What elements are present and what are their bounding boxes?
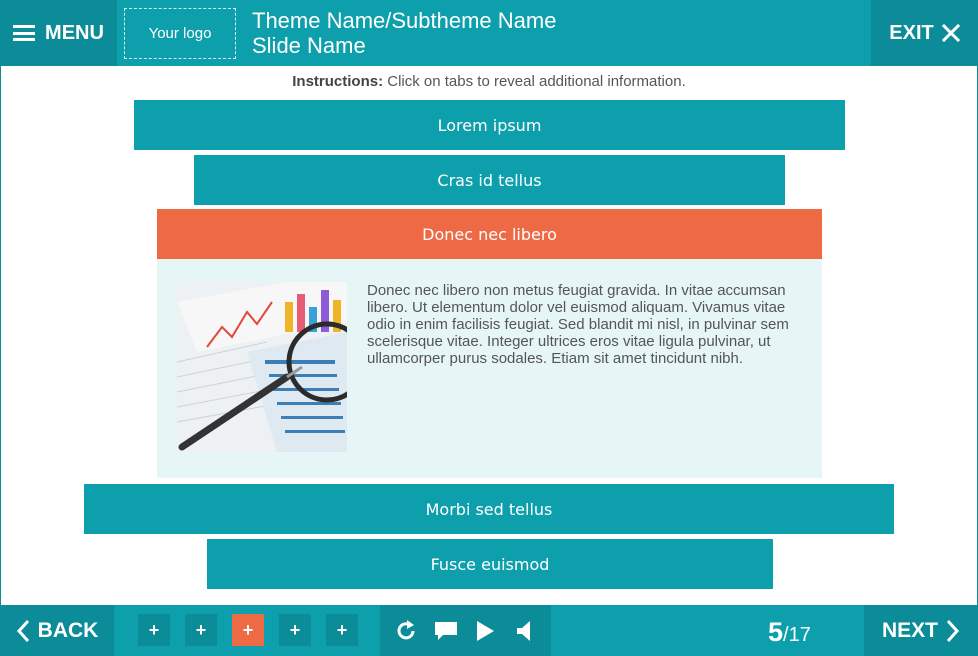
back-button[interactable]: BACK [0, 605, 114, 656]
chevron-left-icon [16, 619, 29, 642]
theme-title: Theme Name/Subtheme Name [252, 8, 557, 33]
tab-content-panel: Donec nec libero non metus feugiat gravi… [157, 259, 822, 478]
total-pages: /17 [783, 624, 811, 646]
volume-icon[interactable] [511, 617, 539, 645]
replay-icon[interactable] [392, 617, 420, 645]
pager-dot-1[interactable]: + [138, 614, 170, 646]
exit-label: EXIT [889, 21, 934, 44]
next-label: NEXT [881, 618, 938, 642]
tab-morbi-sed-tellus[interactable]: Morbi sed tellus [84, 484, 894, 534]
close-icon [941, 24, 960, 42]
tab-label: Morbi sed tellus [425, 499, 553, 519]
pager-dot-4[interactable]: + [279, 614, 311, 646]
tab-content-text: Donec nec libero non metus feugiat gravi… [367, 282, 789, 367]
logo-text: Your logo [148, 25, 212, 42]
logo-placeholder: Your logo [124, 8, 236, 59]
header-bar: MENU Your logo Theme Name/Subtheme Name … [0, 0, 978, 66]
menu-label: MENU [45, 21, 104, 44]
instructions: Instructions: Click on tabs to reveal ad… [0, 73, 978, 90]
tab-fusce-euismod[interactable]: Fusce euismod [207, 539, 773, 589]
pager-dot-3[interactable]: + [232, 614, 264, 646]
pager-dot-5[interactable]: + [326, 614, 358, 646]
back-label: BACK [37, 618, 99, 642]
tab-label: Cras id tellus [437, 170, 542, 190]
exit-button[interactable]: EXIT [871, 0, 978, 66]
slide-name: Slide Name [252, 33, 366, 58]
financial-chart-image [177, 282, 347, 452]
tab-cras-id-tellus[interactable]: Cras id tellus [194, 155, 785, 205]
tab-label: Donec nec libero [422, 224, 557, 244]
chevron-right-icon [946, 619, 960, 642]
footer-bar: BACK + + + + + 5/17 NEXT [0, 605, 978, 656]
hamburger-icon [13, 25, 36, 41]
comment-icon[interactable] [432, 617, 460, 645]
tab-label: Lorem ipsum [437, 115, 542, 135]
page-counter: 5/17 [768, 617, 811, 648]
media-controls [380, 605, 551, 656]
tab-donec-nec-libero[interactable]: Donec nec libero [157, 209, 822, 259]
play-icon[interactable] [471, 617, 499, 645]
instructions-prefix: Instructions: [292, 73, 384, 90]
instructions-text: Click on tabs to reveal additional infor… [387, 73, 686, 90]
current-page: 5 [768, 617, 784, 647]
next-button[interactable]: NEXT [864, 605, 978, 656]
tab-lorem-ipsum[interactable]: Lorem ipsum [134, 100, 845, 150]
slide-titles: Theme Name/Subtheme Name Slide Name [252, 8, 556, 58]
tab-label: Fusce euismod [430, 554, 550, 574]
page-pager: + + + + + [138, 614, 358, 646]
pager-dot-2[interactable]: + [185, 614, 217, 646]
menu-button[interactable]: MENU [0, 0, 117, 66]
